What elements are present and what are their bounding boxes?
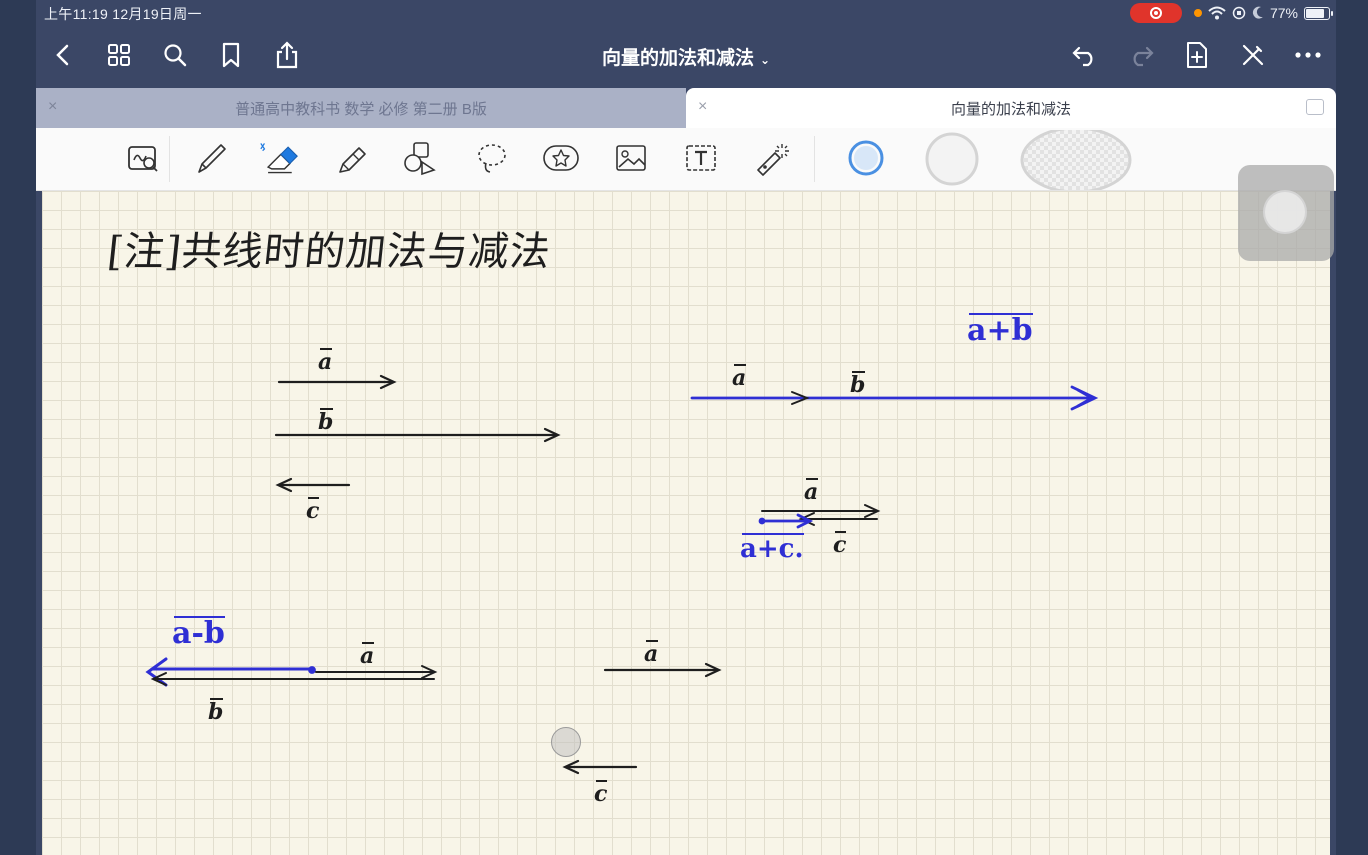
tab-label: 向量的加法和减法	[950, 100, 1071, 118]
zoom-window-icon	[128, 146, 158, 172]
laser-pointer-icon	[757, 144, 789, 176]
image-icon	[616, 145, 646, 171]
vector-a4-arrow	[315, 665, 438, 679]
label-a-plus-b: a+b	[967, 313, 1033, 348]
more-icon	[1295, 52, 1321, 58]
add-page-icon	[1187, 42, 1207, 68]
nav-bar: 向量的加法和减法 ⌄	[36, 26, 1336, 86]
vector-b4-arrow	[150, 672, 435, 686]
pencil-hover-cursor	[551, 727, 581, 757]
label-c1: c	[306, 497, 320, 524]
sticker-tool[interactable]	[541, 138, 581, 178]
vector-c3-arrow	[798, 512, 878, 526]
tab-bar: × 普通高中教科书 数学 必修 第二册 B版 × 向量的加法和减法	[36, 88, 1336, 128]
tab-textbook[interactable]: × 普通高中教科书 数学 必修 第二册 B版	[36, 88, 686, 128]
highlighter-tool[interactable]	[331, 138, 371, 178]
laser-pointer-tool[interactable]	[752, 138, 792, 178]
floating-assistive-touch[interactable]	[1238, 165, 1334, 261]
close-icon[interactable]: ×	[698, 98, 707, 116]
vector-a3-arrow	[761, 504, 881, 518]
vector-c5-arrow	[562, 759, 638, 775]
shapes-icon	[404, 142, 436, 176]
status-bar: 上午11:19 12月19日周一 77%	[36, 0, 1336, 26]
pencil-off-icon	[1242, 44, 1264, 66]
vector-a-plus-c-arrow	[758, 513, 814, 529]
tab-label: 普通高中教科书 数学 必修 第二册 B版	[235, 100, 487, 118]
orientation-lock-icon	[1232, 6, 1246, 20]
pencil-only-button[interactable]	[1238, 40, 1268, 70]
close-icon[interactable]: ×	[48, 98, 57, 116]
eraser-icon	[260, 143, 298, 174]
battery-icon	[1304, 6, 1333, 20]
label-b4: b	[208, 698, 224, 725]
app-window: 上午11:19 12月19日周一 77% 向量的加法和减法 ⌄ × 普通高中教科…	[36, 0, 1336, 855]
moon-icon	[1252, 6, 1263, 19]
color-ring-icon	[848, 140, 884, 176]
label-b2: b	[850, 371, 866, 398]
battery-percent: 77%	[1269, 5, 1298, 21]
status-time: 上午11:19 12月19日周一	[44, 6, 202, 22]
label-a1: a	[318, 348, 333, 375]
shape-tool[interactable]	[400, 138, 440, 178]
vector-a-plus-b-arrow	[690, 385, 1099, 411]
vector-a-minus-b-arrow	[145, 657, 316, 687]
more-button[interactable]	[1293, 40, 1323, 70]
redo-icon	[1133, 46, 1154, 67]
document-title-text: 向量的加法和减法	[601, 48, 754, 69]
text-tool[interactable]	[681, 138, 721, 178]
stroke-width-thick[interactable]	[1020, 130, 1132, 190]
vector-a-arrow	[277, 374, 397, 390]
label-b1: b	[318, 408, 334, 435]
label-c5: c	[594, 780, 608, 807]
lasso-tool[interactable]	[472, 138, 512, 178]
stroke-width-thin[interactable]	[924, 131, 980, 187]
color-swatch-selected[interactable]	[846, 138, 886, 178]
wifi-icon	[1208, 6, 1226, 20]
label-a3: a	[804, 478, 819, 505]
stroke-preview-icon	[1020, 130, 1132, 190]
sidebar-toggle-icon[interactable]	[1306, 99, 1324, 115]
label-a5: a	[644, 640, 659, 667]
undo-button[interactable]	[1070, 40, 1100, 70]
note-canvas[interactable]: [注]共线时的加法与减法 a b c a+b a b a a+c. c a-b …	[42, 191, 1330, 855]
label-a2: a	[732, 364, 747, 391]
screen-recording-indicator[interactable]	[1129, 3, 1182, 23]
highlighter-icon	[339, 147, 366, 173]
pen-icon	[198, 144, 226, 173]
redo-button[interactable]	[1126, 40, 1156, 70]
label-a4: a	[360, 642, 375, 669]
text-icon	[686, 145, 716, 171]
image-tool[interactable]	[611, 138, 651, 178]
zoom-window-tool[interactable]	[123, 138, 163, 178]
drawing-toolbar	[36, 128, 1336, 191]
eraser-tool[interactable]	[259, 138, 299, 178]
add-page-button[interactable]	[1182, 40, 1212, 70]
vector-c-arrow	[275, 477, 351, 493]
mic-indicator-icon	[1193, 9, 1202, 17]
sticker-icon	[543, 145, 579, 171]
record-icon	[1149, 7, 1162, 19]
stroke-size-icon	[925, 132, 979, 186]
tab-vector-notes[interactable]: × 向量的加法和减法	[686, 88, 1336, 128]
assistive-touch-icon	[1263, 190, 1307, 234]
undo-icon	[1072, 46, 1093, 67]
label-a-plus-c: a+c.	[740, 533, 804, 564]
lasso-icon	[478, 144, 506, 173]
chevron-down-icon: ⌄	[759, 53, 771, 67]
vector-a5-arrow	[603, 662, 722, 678]
ink-strokes	[145, 374, 1099, 775]
pen-tool[interactable]	[191, 138, 231, 178]
label-c3: c	[833, 531, 847, 558]
label-a-minus-b: a-b	[172, 616, 225, 651]
